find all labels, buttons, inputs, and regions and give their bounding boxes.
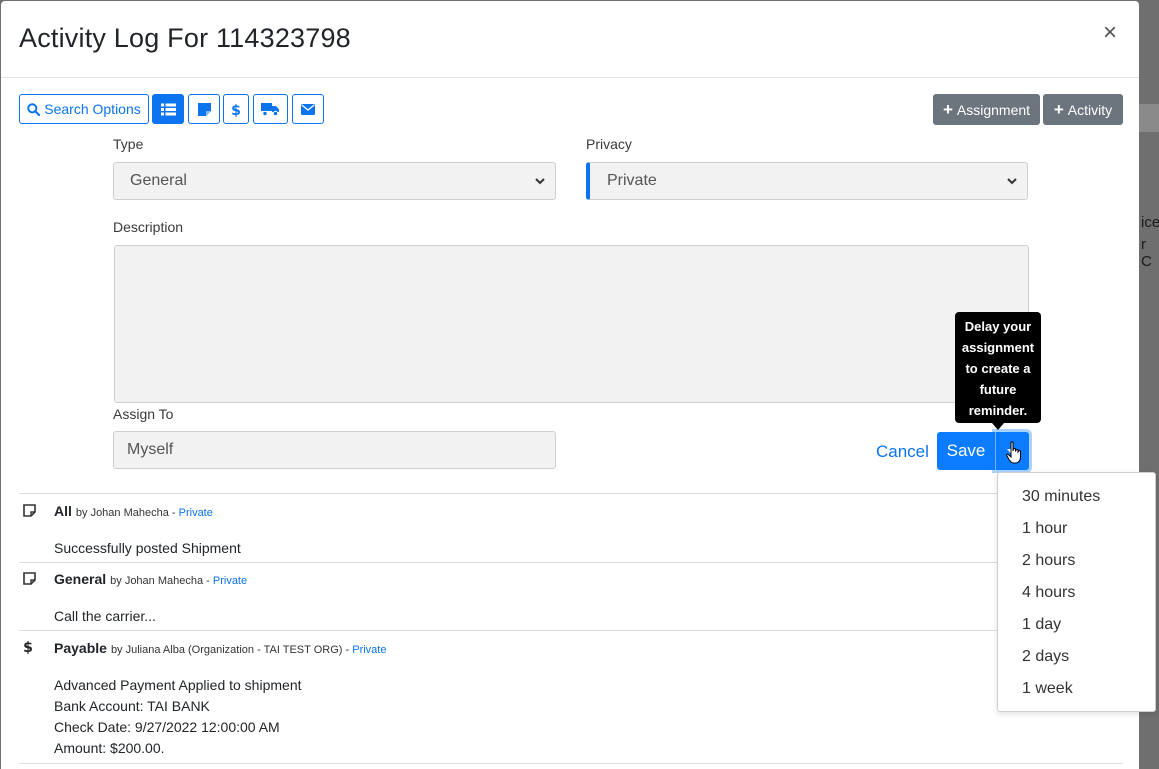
activity-privacy-link[interactable]: Private (213, 575, 247, 587)
tooltip-line: assignment (961, 340, 1035, 355)
email-filter-button[interactable] (292, 94, 324, 124)
search-options-button[interactable]: Search Options (19, 94, 149, 124)
delay-option[interactable]: 2 days (1022, 648, 1069, 666)
modal-title: Activity Log For 114323798 (19, 23, 351, 53)
add-assignment-button[interactable]: + Assignment (933, 94, 1040, 125)
delay-option[interactable]: 2 hours (1022, 552, 1075, 570)
dollar-icon: $ (231, 103, 241, 117)
add-activity-button[interactable]: + Activity (1043, 94, 1123, 125)
type-select-value: General (130, 172, 187, 189)
delay-tooltip: Delay your assignment to create a future… (955, 312, 1041, 423)
plus-icon: + (942, 99, 953, 119)
payments-filter-button[interactable]: $ (223, 94, 249, 124)
activity-privacy-link[interactable]: Private (352, 644, 386, 656)
activity-type: Payable (54, 640, 107, 656)
note-icon (23, 504, 36, 517)
activity-author: by Johan Mahecha - Private (76, 507, 213, 519)
activity-title-row: General by Johan Mahecha - Private (54, 571, 247, 587)
tooltip-line: future (979, 382, 1017, 397)
add-assignment-label: Assignment (956, 101, 1031, 118)
type-select[interactable]: General (113, 162, 556, 200)
assign-to-label: Assign To (113, 406, 174, 422)
delay-option[interactable]: 1 hour (1022, 520, 1067, 538)
activity-author-text: by Johan Mahecha - (110, 575, 210, 587)
close-icon[interactable]: × (1103, 21, 1117, 45)
background-toolbar-strip (1139, 104, 1159, 132)
delay-option[interactable]: 4 hours (1022, 584, 1075, 602)
background-text-2: r C (1141, 236, 1152, 270)
modal-header: Activity Log For 114323798 × (1, 1, 1139, 78)
privacy-label: Privacy (586, 136, 632, 152)
svg-text:$: $ (23, 640, 33, 654)
activity-author: by Johan Mahecha - Private (110, 575, 247, 587)
activity-title-row: All by Johan Mahecha - Private (54, 503, 213, 519)
background-text-1: ice (1141, 214, 1159, 231)
notes-filter-button[interactable] (188, 94, 220, 124)
tooltip-line: Delay your (964, 319, 1032, 334)
delay-option[interactable]: 1 week (1022, 680, 1073, 698)
activity-title-row: Payable by Juliana Alba (Organization - T… (54, 640, 386, 656)
row-divider (19, 630, 1123, 631)
activity-log-modal: Activity Log For 114323798 × Search Opti… (1, 1, 1139, 769)
description-textarea[interactable] (114, 245, 1029, 403)
type-label: Type (113, 136, 144, 152)
envelope-icon (301, 103, 315, 115)
activity-type: All (54, 503, 72, 519)
activity-line: Check Date: 9/27/2022 12:00:00 AM (54, 719, 280, 735)
add-activity-label: Activity (1067, 101, 1113, 118)
delay-option[interactable]: 30 minutes (1022, 488, 1100, 506)
tooltip-line: reminder. (968, 403, 1028, 418)
activity-body: Call the carrier... (54, 606, 156, 627)
activity-line: Amount: $200.00. (54, 740, 165, 756)
search-icon (27, 102, 41, 116)
row-divider (19, 763, 1123, 764)
activity-line: Bank Account: TAI BANK (54, 698, 210, 714)
save-button[interactable]: Save (937, 432, 995, 470)
cancel-button[interactable]: Cancel (876, 442, 929, 462)
activity-type: General (54, 571, 107, 587)
assign-to-field[interactable]: Myself (113, 431, 556, 469)
activity-author: by Juliana Alba (Organization - TAI TEST… (111, 644, 387, 656)
svg-text:$: $ (231, 103, 241, 117)
privacy-select-value: Private (607, 172, 657, 189)
delay-option[interactable]: 1 day (1022, 616, 1061, 634)
truck-icon (261, 103, 279, 116)
activity-author-text: by Johan Mahecha - (75, 507, 176, 519)
activity-line: Call the carrier... (54, 608, 156, 624)
hand-cursor-icon (1006, 441, 1021, 464)
plus-icon: + (1053, 99, 1064, 119)
delay-dropdown-menu: 30 minutes 1 hour 2 hours 4 hours 1 day … (997, 472, 1156, 712)
activity-privacy-link[interactable]: Private (179, 507, 213, 519)
list-view-button[interactable] (152, 94, 184, 124)
activity-body: Successfully posted Shipment (54, 538, 241, 559)
sticky-note-icon (197, 102, 211, 116)
shipments-filter-button[interactable] (253, 94, 288, 124)
activity-line: Advanced Payment Applied to shipment (54, 677, 302, 693)
chevron-down-icon (535, 178, 545, 185)
row-divider (19, 562, 1123, 563)
assign-to-value: Myself (127, 441, 174, 458)
search-options-label: Search Options (44, 101, 141, 117)
chevron-down-icon (1007, 178, 1017, 185)
row-divider (19, 493, 1123, 494)
note-icon (23, 572, 36, 585)
activity-body: Advanced Payment Applied to shipment Ban… (54, 675, 302, 759)
tooltip-arrow (992, 423, 1004, 430)
activity-line: Successfully posted Shipment (54, 540, 241, 556)
tooltip-line: to create a (965, 361, 1031, 376)
list-icon (160, 103, 176, 115)
dollar-icon: $ (23, 640, 33, 654)
description-label: Description (113, 219, 184, 235)
privacy-select[interactable]: Private (586, 162, 1028, 200)
activity-author-text: by Juliana Alba (Organization - TAI TEST… (110, 644, 350, 656)
